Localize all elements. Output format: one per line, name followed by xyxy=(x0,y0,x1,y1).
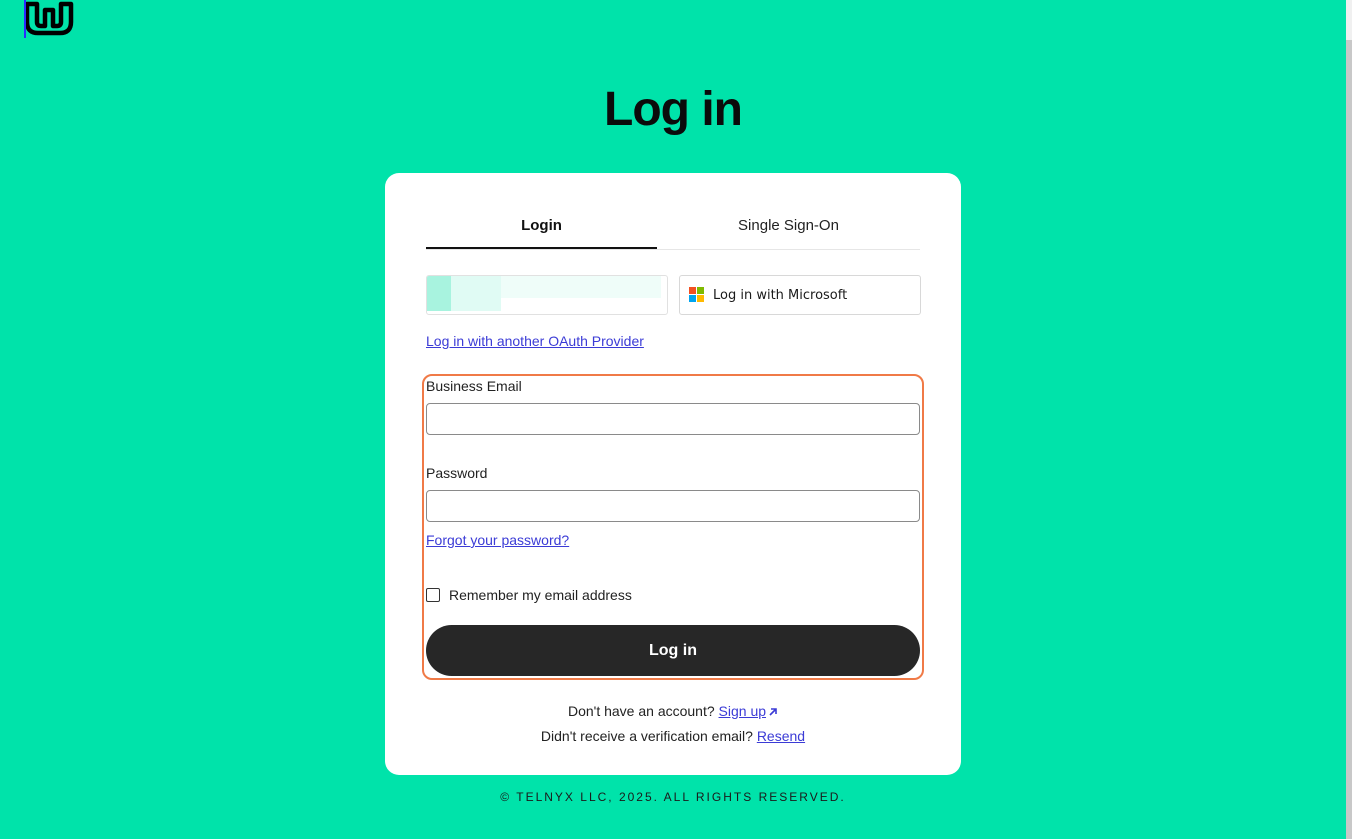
telnyx-logo-icon[interactable] xyxy=(24,0,74,38)
login-card: Login Single Sign-On Log in with Microso… xyxy=(385,173,961,775)
signup-link[interactable]: Sign up xyxy=(719,703,766,719)
scrollbar-thumb[interactable] xyxy=(1346,40,1352,839)
email-field[interactable] xyxy=(426,403,920,435)
blurred-region xyxy=(501,276,661,298)
no-verification-text: Didn't receive a verification email? xyxy=(540,728,753,744)
external-arrow-icon[interactable] xyxy=(768,704,778,719)
login-tabs: Login Single Sign-On xyxy=(426,205,920,250)
oauth-buttons: Log in with Microsoft xyxy=(426,275,921,315)
microsoft-login-button[interactable]: Log in with Microsoft xyxy=(679,275,921,315)
login-page: Log in Login Single Sign-On Log in with … xyxy=(0,0,1352,839)
email-label: Business Email xyxy=(426,378,522,394)
remember-email-checkbox[interactable] xyxy=(426,588,440,602)
blurred-region xyxy=(451,276,501,311)
text-cursor xyxy=(24,0,26,38)
remember-email-label[interactable]: Remember my email address xyxy=(449,587,632,603)
page-title: Log in xyxy=(604,83,743,136)
microsoft-login-label: Log in with Microsoft xyxy=(713,287,848,303)
microsoft-logo-icon xyxy=(689,287,705,303)
copyright-footer: © TELNYX LLC, 2025. ALL RIGHTS RESERVED. xyxy=(500,790,846,804)
forgot-password-link[interactable]: Forgot your password? xyxy=(426,532,569,548)
resend-link[interactable]: Resend xyxy=(757,728,805,744)
resend-prompt: Didn't receive a verification email? Res… xyxy=(385,728,961,744)
password-label: Password xyxy=(426,465,488,481)
tab-login[interactable]: Login xyxy=(426,205,657,249)
no-account-text: Don't have an account? xyxy=(567,703,715,719)
remember-email-row: Remember my email address xyxy=(426,587,632,603)
tab-single-sign-on[interactable]: Single Sign-On xyxy=(657,205,920,249)
password-field[interactable] xyxy=(426,490,920,522)
signup-prompt: Don't have an account? Sign up xyxy=(385,703,961,719)
other-oauth-provider-link[interactable]: Log in with another OAuth Provider xyxy=(426,333,644,349)
login-submit-button[interactable]: Log in xyxy=(426,625,920,676)
oauth-provider-button[interactable] xyxy=(426,275,668,315)
blurred-region xyxy=(427,276,451,311)
